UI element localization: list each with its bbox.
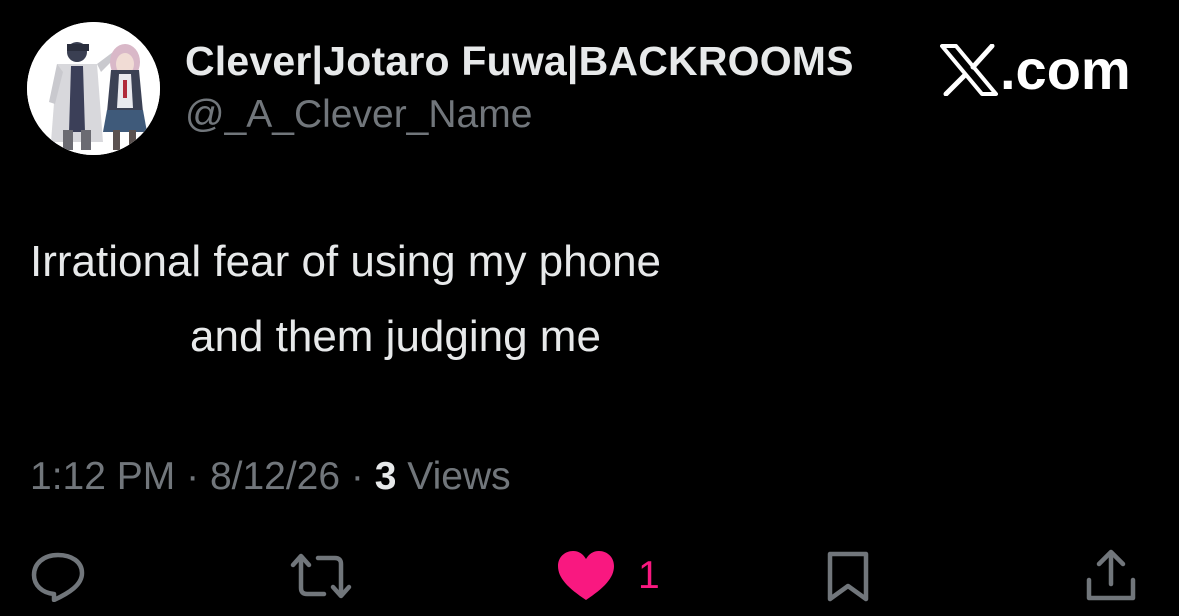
views-label: Views (407, 455, 511, 498)
repost-button[interactable] (288, 548, 354, 604)
meta-separator: · (186, 455, 200, 498)
like-button[interactable]: 1 (556, 548, 660, 604)
tweet-text-line: and them judging me (190, 312, 601, 361)
tweet-date[interactable]: 8/12/26 (210, 455, 340, 498)
tweet-text-line: Irrational fear of using my phone (30, 237, 662, 286)
meta-separator: · (350, 455, 364, 498)
tweet-time[interactable]: 1:12 PM (30, 455, 175, 498)
user-handle[interactable]: @_A_Clever_Name (185, 93, 532, 137)
bookmark-button[interactable] (825, 548, 871, 604)
avatar-image (27, 22, 160, 155)
bookmark-icon (827, 551, 869, 602)
share-icon (1086, 549, 1136, 601)
x-logo-icon (940, 44, 998, 96)
repost-icon (290, 553, 352, 599)
brand-watermark: .com (940, 40, 1131, 100)
reply-icon (31, 552, 85, 602)
tweet-card: Clever|Jotaro Fuwa|BACKROOMS @_A_Clever_… (0, 0, 1179, 616)
brand-text: .com (1000, 38, 1131, 101)
share-button[interactable] (1084, 548, 1138, 604)
display-name[interactable]: Clever|Jotaro Fuwa|BACKROOMS (185, 38, 854, 85)
heart-icon (558, 551, 614, 600)
tweet-meta: 1:12 PM · 8/12/26 · 3 Views (30, 455, 511, 499)
reply-button[interactable] (29, 548, 87, 604)
views-count: 3 (374, 455, 397, 498)
avatar[interactable] (27, 22, 160, 155)
like-count: 1 (638, 554, 660, 597)
